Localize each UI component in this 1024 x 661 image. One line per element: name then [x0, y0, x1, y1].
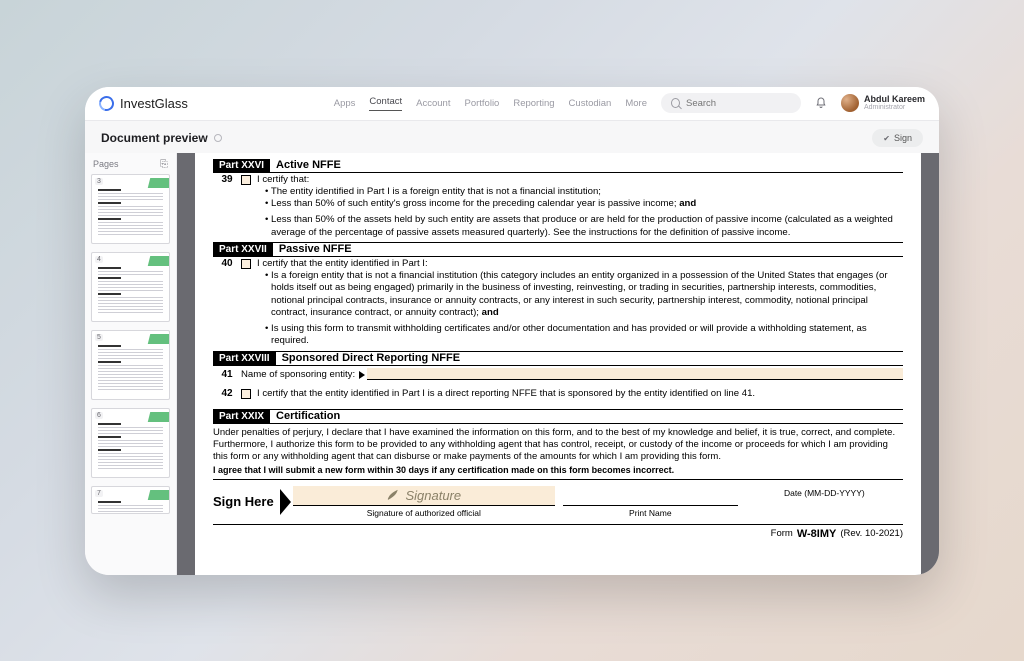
sponsoring-entity-field[interactable]	[367, 368, 903, 380]
print-name-field[interactable]	[563, 486, 738, 506]
page-thumb-5[interactable]: 5	[91, 330, 170, 400]
arrow-right-icon	[359, 371, 365, 379]
page-thumb-4[interactable]: 4	[91, 252, 170, 322]
pages-rail: Pages ⎘ 3 4 5 6 7	[85, 153, 177, 575]
agree-text: I agree that I will submit a new form wi…	[213, 465, 903, 480]
search-input[interactable]	[686, 98, 791, 109]
avatar	[841, 94, 859, 112]
part-28-header: Part XXVIII Sponsored Direct Reporting N…	[213, 351, 903, 366]
top-header: InvestGlass Apps Contact Account Portfol…	[85, 87, 939, 121]
page-title: Document preview	[101, 131, 208, 145]
signed-ribbon-icon	[148, 490, 170, 500]
brand[interactable]: InvestGlass	[99, 96, 188, 111]
nav-apps[interactable]: Apps	[334, 98, 356, 109]
arrow-right-large-icon	[280, 489, 291, 515]
signature-row: Sign Here Signature Signature of authori…	[213, 480, 903, 518]
nav-reporting[interactable]: Reporting	[513, 98, 554, 109]
sign-button-label: Sign	[894, 133, 912, 143]
signed-ribbon-icon	[148, 178, 170, 188]
document-page: Part XXVI Active NFFE 39 I certify that:…	[195, 153, 921, 575]
signature-field[interactable]: Signature	[293, 486, 555, 506]
checkbox-42[interactable]	[241, 389, 251, 399]
page-thumb-6[interactable]: 6	[91, 408, 170, 478]
pages-label: Pages	[93, 159, 119, 169]
part-26-header: Part XXVI Active NFFE	[213, 159, 903, 173]
search-box[interactable]	[661, 93, 801, 113]
brand-name: InvestGlass	[120, 96, 188, 111]
part-29-header: Part XXIX Certification	[213, 409, 903, 424]
document-viewport[interactable]: Part XXVI Active NFFE 39 I certify that:…	[177, 153, 939, 575]
status-dot-icon	[214, 134, 222, 142]
nav-more[interactable]: More	[625, 98, 647, 109]
signed-ribbon-icon	[148, 334, 170, 344]
nav-custodian[interactable]: Custodian	[569, 98, 612, 109]
check-icon	[883, 133, 890, 143]
nav-portfolio[interactable]: Portfolio	[464, 98, 499, 109]
user-role: Administrator	[864, 104, 925, 111]
signed-ribbon-icon	[148, 256, 170, 266]
page-thumb-7[interactable]: 7	[91, 486, 170, 514]
form-footer: Form W-8IMY (Rev. 10-2021)	[213, 524, 903, 540]
user-menu[interactable]: Abdul Kareem Administrator	[841, 94, 925, 112]
nav-account[interactable]: Account	[416, 98, 450, 109]
checkbox-39[interactable]	[241, 175, 251, 185]
checkbox-40[interactable]	[241, 259, 251, 269]
page-options-icon[interactable]: ⎘	[160, 159, 168, 170]
signature-quill-icon	[386, 487, 400, 504]
sign-button[interactable]: Sign	[872, 129, 923, 147]
certification-text: Under penalties of perjury, I declare th…	[213, 424, 903, 465]
notifications-icon[interactable]	[815, 97, 827, 109]
brand-logo-icon	[96, 93, 116, 113]
top-nav: Apps Contact Account Portfolio Reporting…	[334, 93, 925, 113]
search-icon	[671, 98, 680, 108]
sub-header: Document preview Sign	[85, 121, 939, 153]
nav-contact[interactable]: Contact	[369, 96, 402, 111]
user-name: Abdul Kareem	[864, 95, 925, 104]
app-window: InvestGlass Apps Contact Account Portfol…	[85, 87, 939, 575]
part-27-header: Part XXVII Passive NFFE	[213, 242, 903, 257]
page-thumb-3[interactable]: 3	[91, 174, 170, 244]
signed-ribbon-icon	[148, 412, 170, 422]
